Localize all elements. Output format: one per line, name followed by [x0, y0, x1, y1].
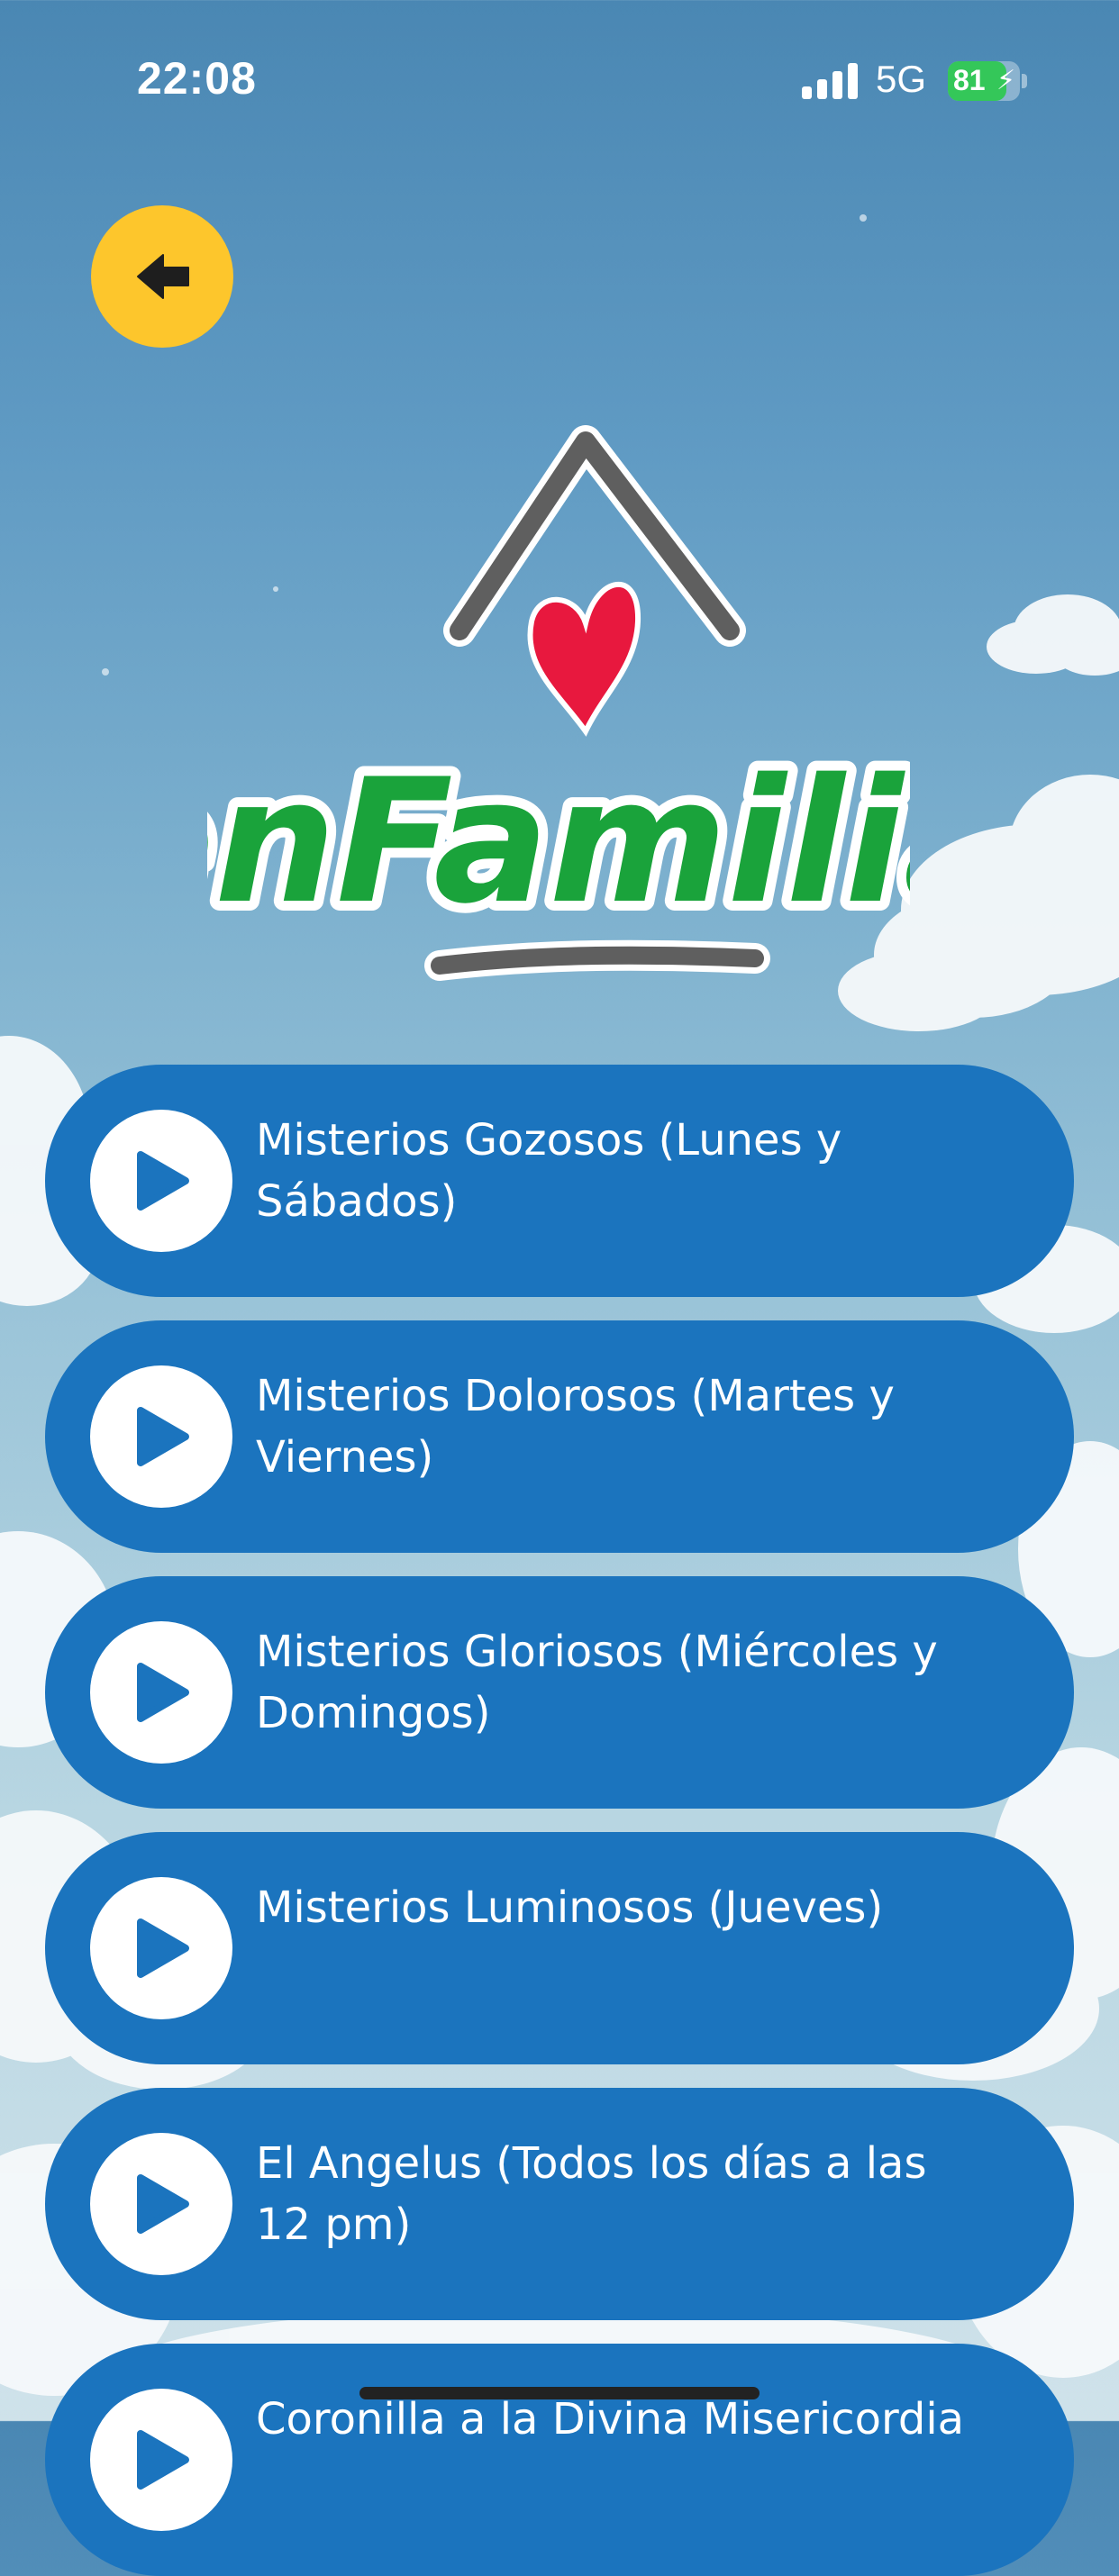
logo-underline-line — [431, 946, 764, 975]
play-icon — [137, 2430, 189, 2490]
status-bar: 22:08 5G 81 ⚡ — [0, 0, 1119, 162]
network-type: 5G — [876, 58, 927, 100]
play-icon — [137, 1151, 189, 1211]
menu-item-misterios-dolorosos[interactable]: Misterios Dolorosos (Martes y Viernes) — [45, 1320, 1074, 1553]
logo-text: enFamilia — [207, 742, 910, 941]
menu-item-misterios-gloriosos[interactable]: Misterios Gloriosos (Miércoles y Domingo… — [45, 1576, 1074, 1809]
menu-item-el-angelus[interactable]: El Angelus (Todos los días a las 12 pm) — [45, 2088, 1074, 2320]
play-icon — [137, 1663, 189, 1722]
play-button[interactable] — [90, 1110, 232, 1252]
logo-heart — [527, 581, 641, 737]
play-button[interactable] — [90, 1877, 232, 2019]
home-indicator[interactable] — [359, 2387, 760, 2399]
play-icon — [137, 2174, 189, 2234]
menu-item-misterios-luminosos[interactable]: Misterios Luminosos (Jueves) — [45, 1832, 1074, 2064]
play-button[interactable] — [90, 2133, 232, 2275]
enfamilia-logo: enFamilia enFamilia — [207, 425, 910, 981]
play-icon — [137, 1918, 189, 1978]
menu-item-misterios-gozosos[interactable]: Misterios Gozosos (Lunes y Sábados) — [45, 1065, 1074, 1297]
menu-item-label: Misterios Luminosos (Jueves) — [256, 1882, 884, 1933]
play-button[interactable] — [90, 1365, 232, 1508]
play-icon — [137, 1407, 189, 1466]
menu-item-label: Misterios Gloriosos (Miércoles y Domingo… — [256, 1627, 938, 1738]
menu-item-label: Misterios Dolorosos (Martes y Viernes) — [256, 1371, 895, 1483]
menu-item-label: Misterios Gozosos (Lunes y Sábados) — [256, 1115, 842, 1227]
status-time: 22:08 — [137, 53, 257, 104]
menu-item-label: El Angelus (Todos los días a las 12 pm) — [256, 2138, 927, 2250]
battery-cap — [1022, 74, 1027, 88]
play-button[interactable] — [90, 1621, 232, 1764]
back-button[interactable] — [91, 205, 233, 348]
menu-item-coronilla[interactable]: Coronilla a la Divina Misericordia — [45, 2344, 1074, 2576]
battery-percent: 81 — [953, 64, 986, 96]
battery-indicator: 81 ⚡ — [948, 61, 1020, 101]
signal-bars-icon — [802, 63, 858, 99]
play-button[interactable] — [90, 2389, 232, 2531]
arrow-left-icon — [137, 254, 189, 299]
charging-bolt-icon: ⚡ — [996, 65, 1016, 96]
